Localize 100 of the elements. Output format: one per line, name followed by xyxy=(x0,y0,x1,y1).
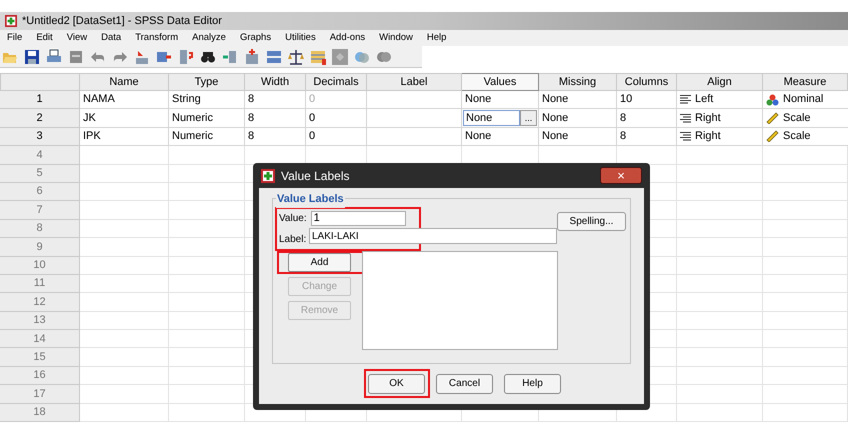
dialog-button[interactable]: OK xyxy=(368,374,425,394)
row-header[interactable]: 6 xyxy=(0,182,80,202)
save-icon[interactable] xyxy=(24,48,40,64)
column-header[interactable]: Columns xyxy=(617,73,677,91)
table-cell: 0 xyxy=(306,128,367,146)
menu-item[interactable]: Transform xyxy=(135,30,178,46)
row-header[interactable]: 11 xyxy=(0,274,80,294)
scale-icon[interactable] xyxy=(288,48,304,64)
table-cell: 10 xyxy=(617,91,677,110)
table-cell: NAMA xyxy=(80,91,169,110)
table-cell: None xyxy=(462,128,539,146)
row-header[interactable]: 17 xyxy=(0,385,80,404)
column-header[interactable]: Values xyxy=(462,73,539,91)
align-right-icon xyxy=(680,114,691,123)
cell-text: Right xyxy=(695,110,721,126)
menu-item[interactable]: Add-ons xyxy=(330,30,366,46)
split-file-icon[interactable] xyxy=(266,48,282,64)
ruler-icon xyxy=(766,130,779,142)
menu-item[interactable]: Graphs xyxy=(240,30,272,46)
input-field[interactable]: None xyxy=(463,110,520,126)
input-field[interactable]: LAKI-LAKI xyxy=(309,228,557,244)
column-header[interactable]: Type xyxy=(169,73,245,91)
table-cell: 0 xyxy=(306,109,367,128)
cell-text: Nominal xyxy=(783,92,824,108)
select-cases-icon[interactable] xyxy=(310,48,326,64)
table-cell: 8 xyxy=(617,128,677,146)
row-header[interactable]: 16 xyxy=(0,366,80,386)
ruler-icon xyxy=(766,112,779,124)
insert-cases-icon[interactable] xyxy=(222,48,238,64)
row-header[interactable]: 7 xyxy=(0,201,80,220)
row-header[interactable]: 18 xyxy=(0,404,80,422)
cell-text: Right xyxy=(695,129,721,144)
side-button[interactable]: Add xyxy=(288,253,351,272)
table-cell: 8 xyxy=(617,109,677,128)
table-cell: IPK xyxy=(80,128,169,146)
row-header[interactable]: 14 xyxy=(0,330,80,348)
row-header[interactable]: 1 xyxy=(0,91,80,110)
spelling-button[interactable]: Spelling... xyxy=(557,212,626,231)
table-cell: 8 xyxy=(245,128,306,146)
menu-item[interactable]: Help xyxy=(426,30,446,46)
dialog-button[interactable]: Help xyxy=(504,374,561,394)
row-header[interactable]: 4 xyxy=(0,146,80,165)
table-cell: 0 xyxy=(306,91,367,110)
table-cell: Numeric xyxy=(169,109,245,128)
dialog-recall-icon[interactable] xyxy=(68,48,84,64)
menu-item[interactable]: Data xyxy=(101,30,122,46)
menu-item[interactable]: File xyxy=(7,30,22,46)
app-icon xyxy=(261,168,275,182)
menu-item[interactable]: View xyxy=(66,30,88,46)
input-field[interactable]: 1 xyxy=(310,211,406,226)
insert-variable-icon[interactable] xyxy=(244,48,260,64)
row-header[interactable]: 15 xyxy=(0,348,80,367)
cell-text: Left xyxy=(695,92,714,108)
menu-item[interactable]: Window xyxy=(379,30,413,46)
column-header[interactable]: Width xyxy=(245,73,306,91)
table-cell: String xyxy=(169,91,245,110)
menu-item[interactable]: Utilities xyxy=(285,30,316,46)
table-cell: None xyxy=(539,91,617,110)
close-button[interactable]: × xyxy=(600,167,642,184)
field-label: Value: xyxy=(279,212,307,226)
cell-text: Scale xyxy=(783,129,811,144)
menu-item[interactable]: Analyze xyxy=(192,30,226,46)
group-title: Value Labels xyxy=(276,191,345,208)
dialog-title: Value Labels xyxy=(281,168,350,184)
align-right-icon xyxy=(680,132,691,141)
go-to-case-icon[interactable] xyxy=(134,48,150,64)
row-header[interactable]: 8 xyxy=(0,220,80,238)
circles-icon xyxy=(766,94,779,106)
column-header[interactable]: Align xyxy=(677,73,763,91)
row-header[interactable]: 3 xyxy=(0,128,80,146)
table-cell: Numeric xyxy=(169,128,245,146)
column-header[interactable]: Decimals xyxy=(306,73,367,91)
field-label: Label: xyxy=(279,233,306,247)
app-icon xyxy=(5,15,17,27)
row-header[interactable]: 5 xyxy=(0,164,80,183)
table-cell: None xyxy=(539,109,617,128)
menu-item[interactable]: Edit xyxy=(36,30,53,46)
print-icon[interactable] xyxy=(46,48,62,64)
window-title: *Untitled2 [DataSet1] - SPSS Data Editor xyxy=(22,14,222,29)
table-cell: None xyxy=(539,128,617,146)
row-header[interactable]: 9 xyxy=(0,238,80,257)
cell-text: Scale xyxy=(783,110,811,126)
table-cell: JK xyxy=(80,109,169,128)
row-header[interactable]: 12 xyxy=(0,293,80,312)
column-header[interactable]: Measure xyxy=(763,73,848,91)
table-cell: 8 xyxy=(245,91,306,110)
dialog-button[interactable]: Cancel xyxy=(436,374,493,394)
ellipsis-button[interactable]: ... xyxy=(520,110,537,126)
column-header[interactable]: Label xyxy=(367,73,462,91)
row-header[interactable]: 2 xyxy=(0,109,80,128)
table-cell: None xyxy=(462,91,539,110)
list-box[interactable] xyxy=(362,251,558,350)
table-cell: 8 xyxy=(245,109,306,128)
column-header[interactable]: Name xyxy=(80,73,169,91)
row-header[interactable]: 13 xyxy=(0,312,80,330)
value-labels-icon[interactable] xyxy=(332,48,348,64)
column-header[interactable]: Missing xyxy=(539,73,617,91)
variables-icon[interactable] xyxy=(178,48,194,64)
align-left-icon xyxy=(680,95,691,104)
row-header[interactable]: 10 xyxy=(0,256,80,275)
